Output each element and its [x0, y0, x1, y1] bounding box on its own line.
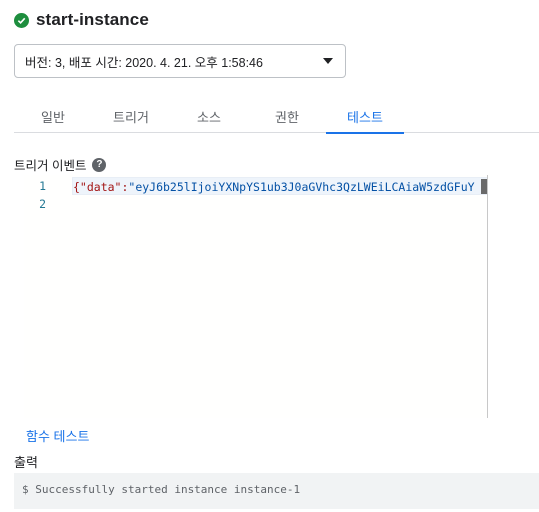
page-title: start-instance — [36, 10, 149, 29]
json-key: {"data": — [73, 180, 129, 194]
editor-scrollbar[interactable] — [487, 175, 488, 418]
trigger-event-editor[interactable]: 1 {"data":"eyJ6b25lIjoiYXNpYS1ub3J0aGVhc… — [24, 175, 488, 418]
page-header: start-instance — [14, 10, 149, 30]
tab-bar: 일반 트리거 소스 권한 테스트 — [14, 100, 539, 134]
help-icon[interactable]: ? — [92, 157, 107, 172]
trigger-event-label: 트리거 이벤트 ? — [14, 155, 107, 174]
tab-general[interactable]: 일반 — [14, 100, 92, 133]
editor-line: 1 {"data":"eyJ6b25lIjoiYXNpYS1ub3J0aGVhc… — [24, 177, 488, 195]
tab-source[interactable]: 소스 — [170, 100, 248, 133]
json-value: "eyJ6b25lIjoiYXNpYS1ub3J0aGVhc3QzLWEiLCA… — [128, 180, 475, 194]
trigger-event-text: 트리거 이벤트 — [14, 159, 87, 173]
tab-permissions[interactable]: 권한 — [248, 100, 326, 133]
tab-trigger[interactable]: 트리거 — [92, 100, 170, 133]
tab-testing[interactable]: 테스트 — [326, 100, 404, 134]
dropdown-arrow-icon — [323, 58, 333, 64]
version-select[interactable]: 버전: 3, 배포 시간: 2020. 4. 21. 오후 1:58:46 — [14, 44, 346, 78]
version-select-value: 버전: 3, 배포 시간: 2020. 4. 21. 오후 1:58:46 — [25, 55, 263, 70]
editor-line: 2 — [24, 195, 488, 213]
test-function-button[interactable]: 함수 테스트 — [26, 426, 89, 445]
output-console: $ Successfully started instance instance… — [14, 473, 539, 509]
line-number: 2 — [39, 197, 46, 211]
line-number: 1 — [39, 179, 46, 193]
check-circle-icon — [14, 12, 29, 28]
code-line[interactable]: {"data":"eyJ6b25lIjoiYXNpYS1ub3J0aGVhc3Q… — [72, 177, 488, 195]
output-text: $ Successfully started instance instance… — [22, 483, 301, 496]
output-label: 출력 — [14, 455, 38, 470]
